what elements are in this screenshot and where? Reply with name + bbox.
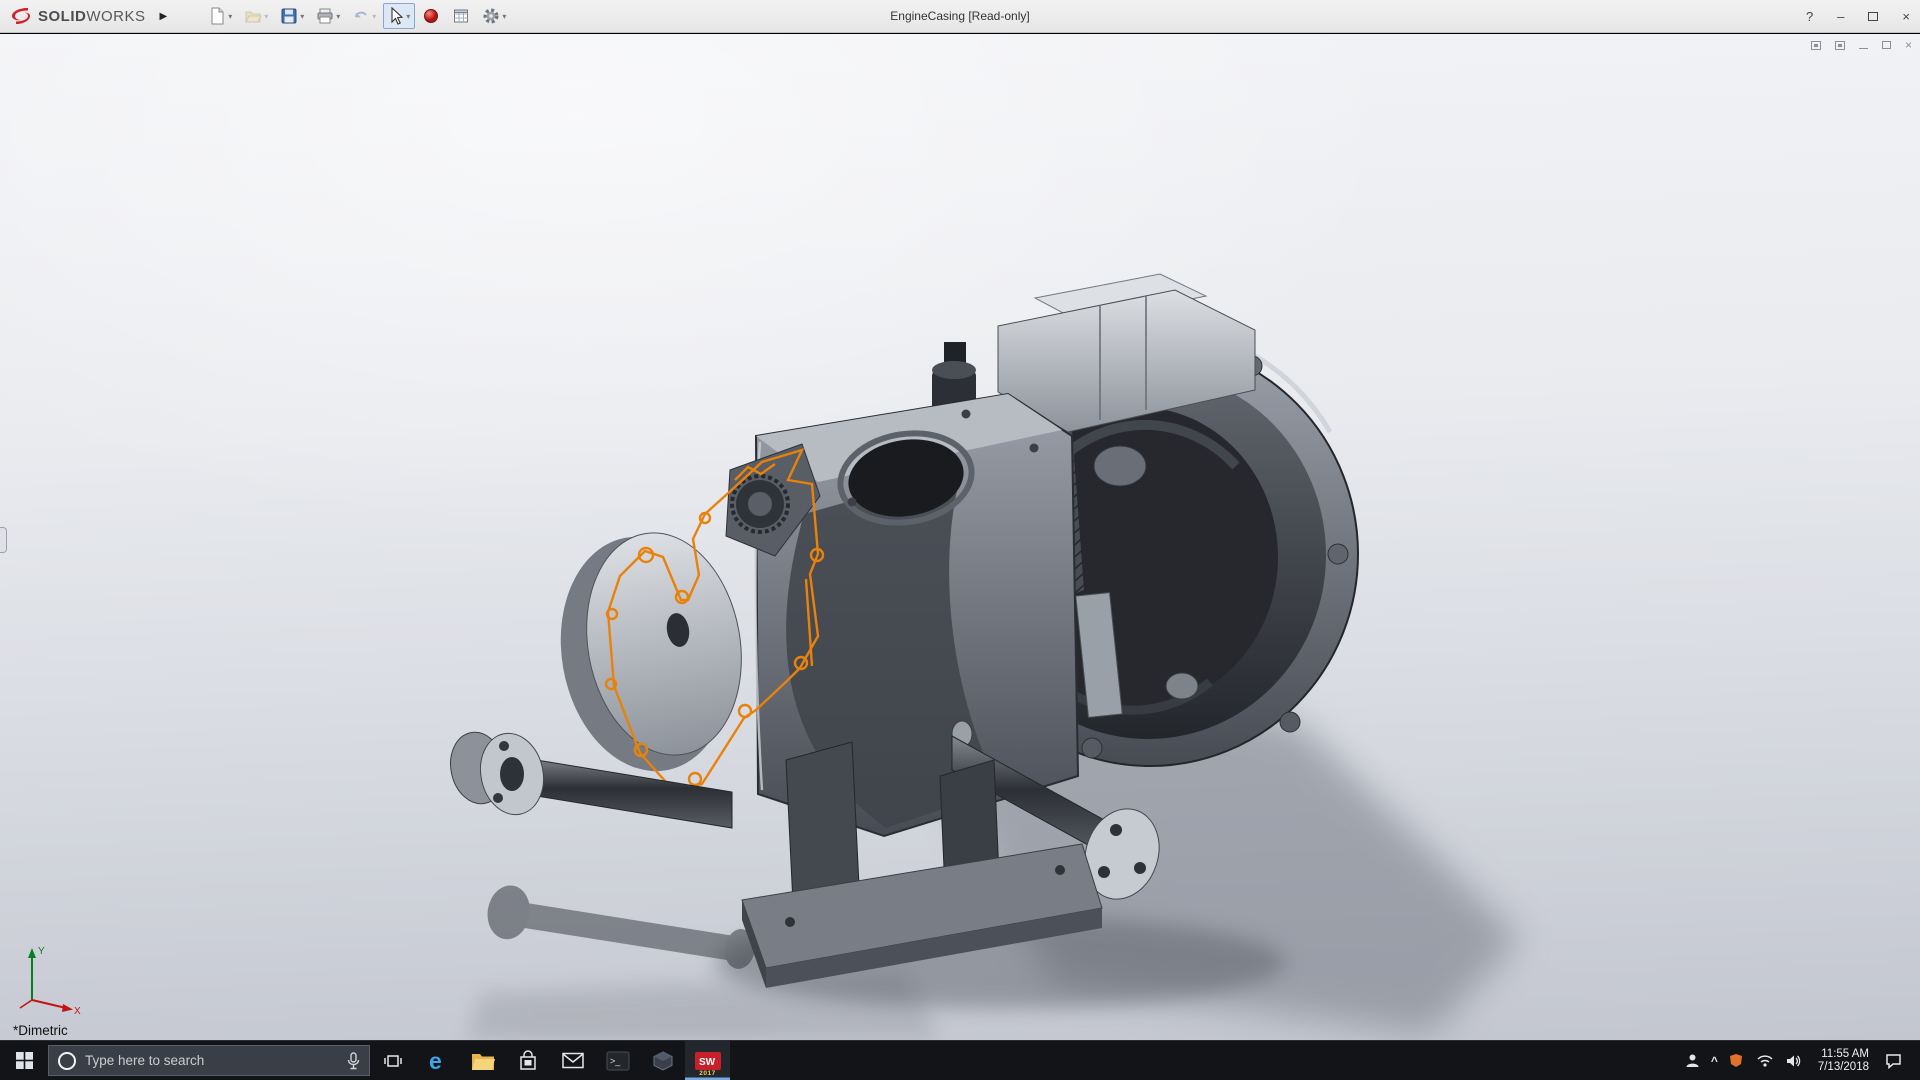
command-prompt-button[interactable]: >_ [595,1041,640,1080]
windows-logo-icon [15,1052,33,1069]
start-button[interactable] [0,1041,48,1080]
volume-icon[interactable] [1783,1054,1805,1068]
doc-minimize-button[interactable] [1858,41,1868,49]
app-close-button[interactable]: × [1902,10,1910,23]
open-button[interactable]: ▾ [239,3,273,29]
select-tool-button[interactable]: ▾ [383,3,416,29]
save-button[interactable]: ▾ [275,3,309,29]
solidworks-year-badge: 2017 [699,1070,716,1077]
brand-text: SOLIDWORKS [38,7,146,25]
defender-shield-icon[interactable] [1725,1053,1747,1068]
solidworks-logo: SOLIDWORKS [0,6,156,26]
app-window-controls: ? – × [1806,0,1910,33]
mail-envelope-icon [561,1052,584,1069]
taskbar-clock[interactable]: 11:55 AM 7/13/2018 [1812,1048,1875,1074]
cad-cube-icon [653,1050,672,1071]
cortana-icon [58,1051,76,1070]
engine-casing-3d-model[interactable] [0,34,1920,1040]
svg-text:>_: >_ [610,1056,621,1066]
folder-icon [471,1053,495,1070]
people-icon[interactable] [1682,1053,1704,1068]
network-icon[interactable] [1754,1054,1776,1067]
svg-text:e: e [429,1048,442,1074]
titlebar: SOLIDWORKS ▶ ▾ ▾ ▾ ▾ ▾ ▾ ▾ EngineCasing … [0,0,1920,33]
graphics-viewport[interactable]: × Y X *Dimetric [0,34,1920,1040]
new-document-icon [211,7,224,25]
document-window-controls: × [1810,39,1912,51]
menu-flyout-arrow[interactable]: ▶ [156,11,178,22]
pane-new-window-icon[interactable] [1834,40,1845,50]
print-button[interactable]: ▾ [311,3,345,29]
feature-panel-collapse-tab[interactable] [0,527,7,553]
help-button[interactable]: ? [1806,10,1813,23]
clock-date: 7/13/2018 [1817,1060,1869,1073]
options-button[interactable]: ▾ [477,3,511,29]
open-folder-icon [245,11,263,23]
triad-x-label: X [74,1006,81,1014]
app-minimize-button[interactable]: – [1837,10,1844,23]
app-maximize-button[interactable] [1868,12,1879,21]
gear-icon [483,8,499,24]
system-tray: ^ 11:55 AM 7/13/2018 [1682,1041,1920,1080]
undo-button[interactable]: ▾ [347,3,381,29]
taskbar-search[interactable] [48,1045,370,1076]
cad-utility-button[interactable] [640,1041,685,1080]
undo-icon [355,11,368,18]
new-document-button[interactable]: ▾ [203,3,237,29]
reference-triad: Y X [19,946,81,1014]
terminal-icon: >_ [606,1051,629,1070]
solidworks-app-icon: SW [694,1051,721,1070]
edge-browser-button[interactable]: e [415,1041,460,1080]
ds-logo-icon [12,8,30,24]
microphone-icon[interactable] [346,1051,361,1070]
svg-text:SW: SW [699,1057,716,1068]
table-sheet-icon [454,9,469,23]
search-input[interactable] [85,1053,338,1068]
quick-toolbar: ▾ ▾ ▾ ▾ ▾ ▾ ▾ [203,3,511,29]
select-arrow-icon [391,7,404,25]
hidden-icons-chevron[interactable]: ^ [1711,1054,1718,1068]
action-center-icon[interactable] [1882,1053,1904,1069]
store-button[interactable] [505,1041,550,1080]
file-explorer-button[interactable] [460,1041,505,1080]
pane-split-icon[interactable] [1810,40,1821,50]
edge-icon: e [429,1048,442,1074]
solidworks-app-button[interactable]: SW 2017 [685,1041,730,1080]
appearance-sphere-icon [424,9,439,23]
store-bag-icon [519,1050,536,1070]
task-view-icon [383,1054,402,1067]
design-table-button[interactable] [447,3,475,29]
clock-time: 11:55 AM [1821,1047,1869,1060]
mail-button[interactable] [550,1041,595,1080]
doc-close-button[interactable]: × [1905,39,1912,51]
triad-y-label: Y [38,946,45,957]
appearances-button[interactable] [417,3,445,29]
windows-taskbar: e >_ SW [0,1040,1920,1080]
task-view-button[interactable] [370,1041,415,1080]
view-orientation-label: *Dimetric [13,1023,68,1038]
save-floppy-icon [281,8,297,24]
print-icon [317,8,333,24]
doc-restore-button[interactable] [1881,41,1891,49]
